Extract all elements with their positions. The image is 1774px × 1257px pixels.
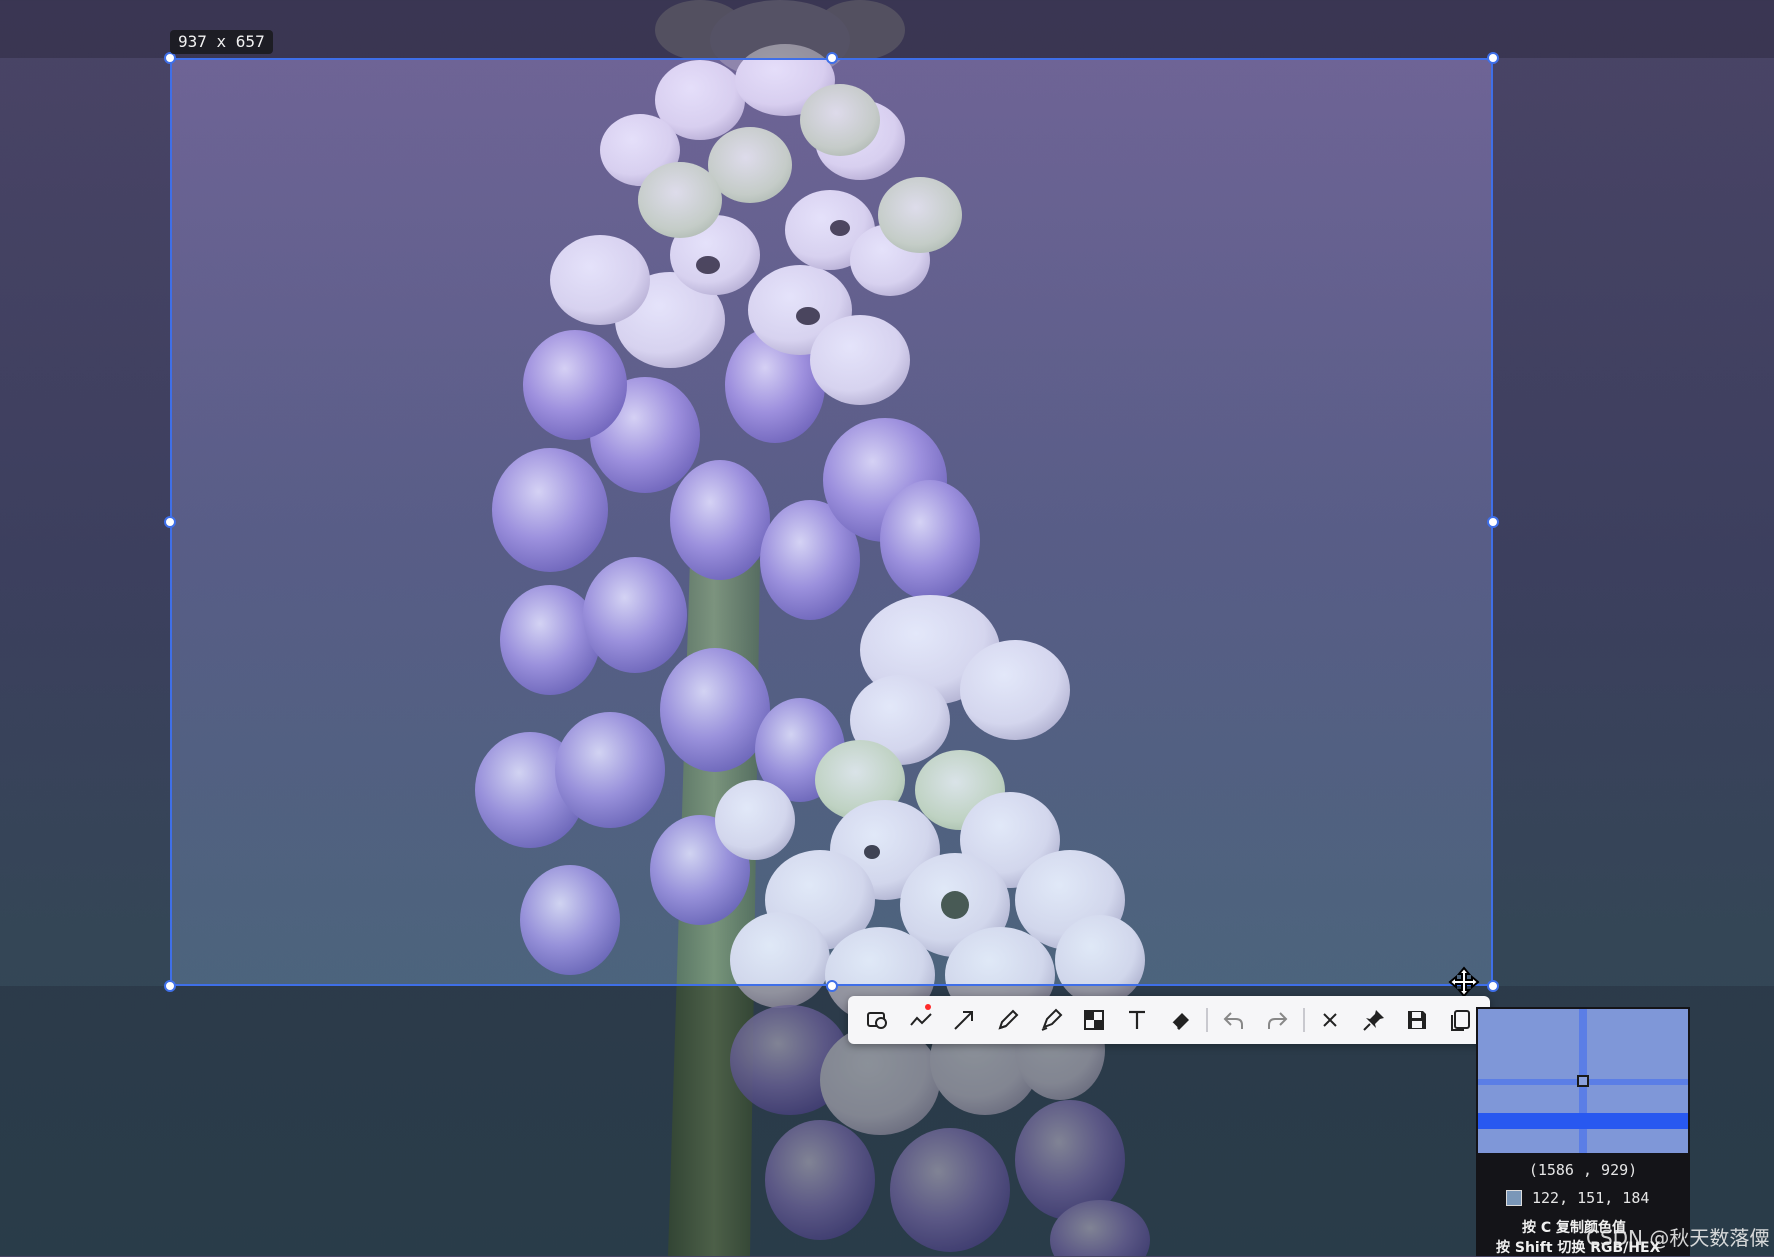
color-value-row: 122, 151, 184: [1506, 1189, 1649, 1207]
crosshair-center-pixel: [1577, 1075, 1589, 1087]
mosaic-tool-icon: [1084, 1010, 1105, 1030]
annotation-toolbar: [848, 996, 1490, 1044]
resize-handle-bottom-left[interactable]: [164, 980, 176, 992]
rectangle-tool-button[interactable]: [856, 1000, 899, 1040]
eraser-tool-icon: [1171, 1013, 1189, 1030]
toolbar-separator: [1206, 1008, 1209, 1032]
arrow-tool-button[interactable]: [943, 1000, 986, 1040]
eraser-tool-button[interactable]: [1159, 1000, 1202, 1040]
pencil-tool-button[interactable]: [986, 1000, 1029, 1040]
rgb-value: 122, 151, 184: [1532, 1189, 1650, 1207]
cursor-coordinates: (1586 , 929): [1528, 1161, 1638, 1179]
redo-icon: [1268, 1012, 1288, 1029]
rectangle-tool-icon: [866, 1012, 887, 1029]
resize-handle-top-right[interactable]: [1487, 52, 1499, 64]
watermark-text: CSDN @秋天数落僳: [1586, 1226, 1770, 1250]
toolbar-separator: [1302, 1008, 1305, 1032]
pin-button[interactable]: [1352, 1000, 1395, 1040]
redo-button[interactable]: [1256, 1000, 1299, 1040]
magnifier-panel: (1586 , 929) 122, 151, 184 按 C 复制颜色值 按 S…: [1476, 1007, 1690, 1256]
undo-icon: [1223, 1012, 1243, 1029]
copy-icon: [1451, 1010, 1471, 1031]
pin-icon: [1363, 1010, 1384, 1031]
close-icon: [1323, 1013, 1338, 1027]
arrow-tool-icon: [954, 1011, 974, 1030]
selection-border-zoomed: [1478, 1113, 1688, 1129]
move-cursor-icon: [1448, 966, 1480, 998]
pencil-tool-icon: [997, 1009, 1018, 1030]
resize-handle-middle-right[interactable]: [1487, 516, 1499, 528]
text-tool-button[interactable]: [1116, 1000, 1159, 1040]
undo-button[interactable]: [1212, 1000, 1255, 1040]
curve-tool-button[interactable]: [899, 1000, 942, 1040]
resize-handle-middle-left[interactable]: [164, 516, 176, 528]
selection-size-label: 937 x 657: [170, 30, 273, 54]
resize-handle-bottom-center[interactable]: [826, 980, 838, 992]
resize-handle-top-center[interactable]: [826, 52, 838, 64]
save-icon: [1408, 1011, 1427, 1029]
magnifier-zoom-view: [1478, 1009, 1688, 1153]
text-tool-icon: [1129, 1010, 1146, 1029]
cancel-button[interactable]: [1309, 1000, 1352, 1040]
mosaic-tool-button[interactable]: [1072, 1000, 1115, 1040]
color-swatch: [1506, 1190, 1522, 1206]
marker-tool-icon: [1041, 1008, 1063, 1031]
marker-tool-button[interactable]: [1029, 1000, 1072, 1040]
resize-handle-bottom-right[interactable]: [1487, 980, 1499, 992]
screenshot-capture-screen: 937 x 657 (1586 , 929) 122, 151, 184 按 C…: [0, 0, 1774, 1256]
curve-tool-icon: [910, 1013, 932, 1026]
active-indicator-dot: [924, 1004, 931, 1010]
save-button[interactable]: [1395, 1000, 1438, 1040]
